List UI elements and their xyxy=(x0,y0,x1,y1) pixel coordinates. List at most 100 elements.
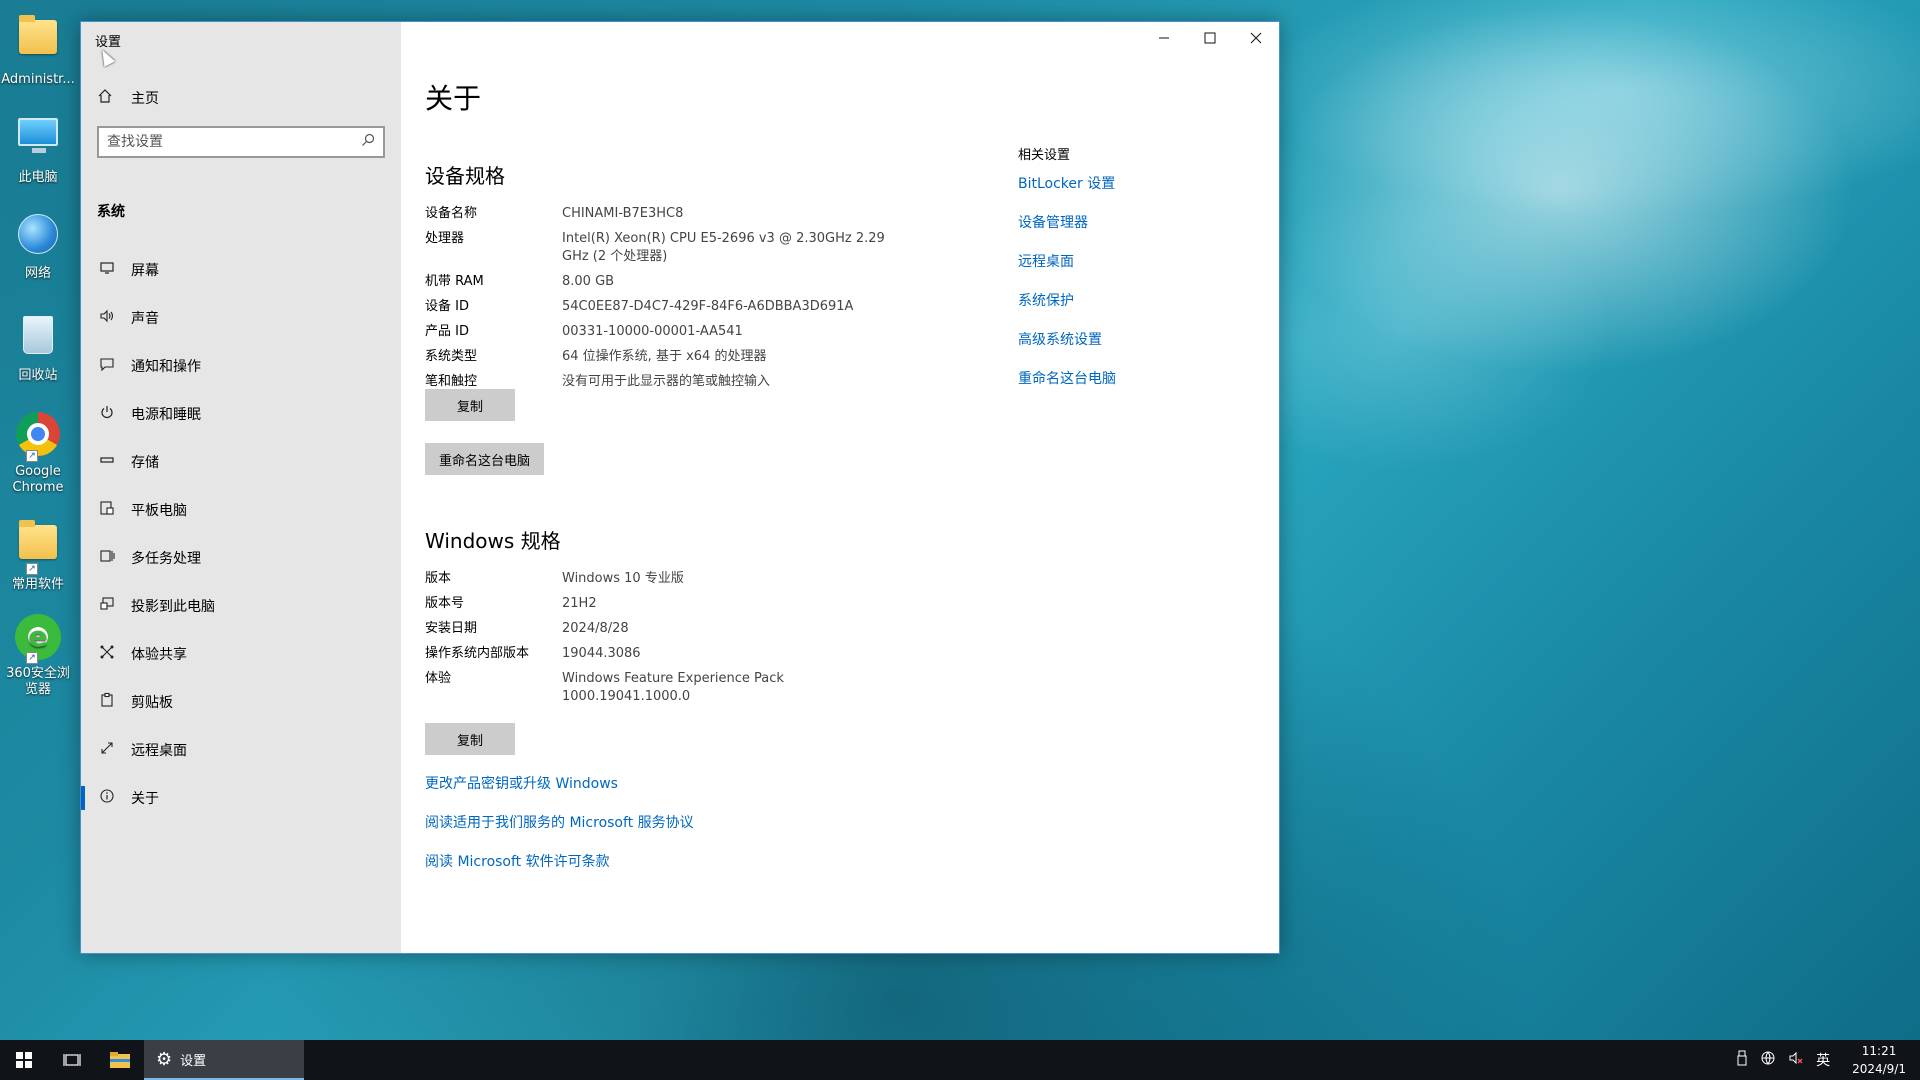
desktop-icon-360-browser[interactable]: e ↗ 360安全浏览器 xyxy=(0,613,76,698)
desktop-icon-chrome[interactable]: ↗ Google Chrome xyxy=(0,410,76,496)
spec-key: 机带 RAM xyxy=(425,274,484,289)
spec-value: 2024/8/28 xyxy=(562,621,629,636)
sidebar-item-label: 多任务处理 xyxy=(131,551,201,567)
copy-windows-specs-button[interactable]: 复制 xyxy=(425,723,515,755)
desktop-icon-this-pc[interactable]: 此电脑 xyxy=(0,110,76,186)
service-agreement-link[interactable]: 阅读适用于我们服务的 Microsoft 服务协议 xyxy=(425,812,694,832)
sidebar-item-power[interactable]: 电源和睡眠 xyxy=(81,390,401,438)
spec-key: 产品 ID xyxy=(425,324,469,339)
desktop-icon-label: 360安全浏览器 xyxy=(6,666,70,697)
project-icon xyxy=(97,596,117,616)
copy-device-specs-button[interactable]: 复制 xyxy=(425,389,515,421)
sidebar-item-label: 关于 xyxy=(131,791,159,807)
volume-muted-icon[interactable] xyxy=(1788,1050,1804,1070)
sidebar-item-label: 屏幕 xyxy=(131,263,159,279)
remote-desktop-link[interactable]: 远程桌面 xyxy=(1018,251,1116,290)
user-folder-icon xyxy=(14,15,62,68)
spec-value: 19044.3086 xyxy=(562,646,641,661)
gear-icon: ⚙ xyxy=(156,1048,173,1070)
sidebar-item-notifications[interactable]: 通知和操作 xyxy=(81,342,401,390)
ime-indicator[interactable]: 英 xyxy=(1816,1050,1830,1070)
desktop-icon-recycle-bin[interactable]: 回收站 xyxy=(0,310,76,384)
spec-key: 版本 xyxy=(425,571,452,586)
change-product-key-link[interactable]: 更改产品密钥或升级 Windows xyxy=(425,773,618,793)
sidebar-item-tablet[interactable]: 平板电脑 xyxy=(81,486,401,534)
spec-value: 64 位操作系统, 基于 x64 的处理器 xyxy=(562,349,767,364)
sidebar-item-remote-desktop[interactable]: 远程桌面 xyxy=(81,726,401,774)
bitlocker-settings-link[interactable]: BitLocker 设置 xyxy=(1018,173,1116,212)
section-label-system: 系统 xyxy=(97,204,125,220)
spec-value: 54C0EE87-D4C7-429F-84F6-A6DBBA3D691A xyxy=(562,299,854,314)
close-button[interactable] xyxy=(1233,22,1279,54)
network-globe-icon[interactable] xyxy=(1760,1050,1776,1070)
this-pc-icon xyxy=(14,118,62,166)
advanced-system-settings-link[interactable]: 高级系统设置 xyxy=(1018,329,1116,368)
task-view-icon xyxy=(63,1054,81,1066)
sidebar-item-label: 通知和操作 xyxy=(131,359,201,375)
page-title: 关于 xyxy=(425,82,482,115)
search-input[interactable] xyxy=(107,134,361,150)
sound-icon xyxy=(97,308,117,328)
desktop-icon-label: 网络 xyxy=(24,266,51,281)
file-explorer-button[interactable] xyxy=(96,1040,144,1080)
desktop-icon-administrator[interactable]: Administr... xyxy=(0,10,76,88)
spec-row: 体验 Windows Feature Experience Pack 1000.… xyxy=(425,670,882,706)
spec-row: 版本 Windows 10 专业版 xyxy=(425,570,882,588)
sidebar-item-label: 存储 xyxy=(131,455,159,471)
spec-key: 系统类型 xyxy=(425,349,478,364)
sidebar-item-project[interactable]: 投影到此电脑 xyxy=(81,582,401,630)
spec-row: 安装日期 2024/8/28 xyxy=(425,620,882,638)
spec-row: 设备 ID 54C0EE87-D4C7-429F-84F6-A6DBBA3D69… xyxy=(425,298,892,316)
settings-search-box[interactable] xyxy=(97,126,385,158)
device-manager-link[interactable]: 设备管理器 xyxy=(1018,212,1116,251)
search-icon[interactable] xyxy=(361,133,375,151)
related-settings: 相关设置 BitLocker 设置 设备管理器 远程桌面 系统保护 高级系统设置… xyxy=(1018,144,1116,407)
notification-icon xyxy=(97,356,117,376)
rename-pc-button[interactable]: 重命名这台电脑 xyxy=(425,443,545,475)
minimize-button[interactable] xyxy=(1141,22,1187,54)
taskbar-app-label: 设置 xyxy=(180,1053,207,1069)
spec-row: 机带 RAM 8.00 GB xyxy=(425,273,892,291)
spec-value: Windows 10 专业版 xyxy=(562,571,684,586)
desktop-icon-network[interactable]: 网络 xyxy=(0,210,76,282)
display-icon xyxy=(97,260,117,280)
sidebar-item-label: 电源和睡眠 xyxy=(131,407,201,423)
start-button[interactable] xyxy=(0,1040,48,1080)
sidebar-item-storage[interactable]: 存储 xyxy=(81,438,401,486)
multitasking-icon xyxy=(97,548,117,568)
spec-row: 产品 ID 00331-10000-00001-AA541 xyxy=(425,323,892,341)
system-protection-link[interactable]: 系统保护 xyxy=(1018,290,1116,329)
sidebar-item-shared-experiences[interactable]: 体验共享 xyxy=(81,630,401,678)
taskbar-clock[interactable]: 11:21 2024/9/1 xyxy=(1852,1042,1906,1078)
license-terms-link[interactable]: 阅读 Microsoft 软件许可条款 xyxy=(425,851,610,871)
task-view-button[interactable] xyxy=(48,1040,96,1080)
info-icon xyxy=(97,788,117,808)
mouse-cursor-icon xyxy=(96,47,116,67)
nav-home-label: 主页 xyxy=(131,91,159,107)
usb-icon[interactable] xyxy=(1736,1050,1748,1070)
sidebar-item-label: 投影到此电脑 xyxy=(131,599,215,615)
sidebar-item-about[interactable]: 关于 xyxy=(81,774,401,822)
shortcut-arrow-icon: ↗ xyxy=(26,563,38,575)
taskbar-app-settings[interactable]: ⚙ 设置 xyxy=(144,1040,304,1080)
window-controls xyxy=(1141,22,1279,54)
spec-value: Intel(R) Xeon(R) CPU E5-2696 v3 @ 2.30GH… xyxy=(562,231,885,264)
sidebar-item-display[interactable]: 屏幕 xyxy=(81,246,401,294)
taskbar: ⚙ 设置 英 11:21 2024/9/1 xyxy=(0,1040,1920,1080)
sidebar-item-multitasking[interactable]: 多任务处理 xyxy=(81,534,401,582)
spec-row: 处理器 Intel(R) Xeon(R) CPU E5-2696 v3 @ 2.… xyxy=(425,230,892,266)
nav-home[interactable]: 主页 xyxy=(97,86,159,110)
related-settings-title: 相关设置 xyxy=(1018,148,1071,163)
folder-icon: ↗ xyxy=(14,520,62,575)
shortcut-arrow-icon: ↗ xyxy=(26,450,38,462)
spec-key: 处理器 xyxy=(425,231,465,246)
maximize-button[interactable] xyxy=(1187,22,1233,54)
home-icon xyxy=(97,88,117,108)
sidebar-item-clipboard[interactable]: 剪贴板 xyxy=(81,678,401,726)
rename-pc-link[interactable]: 重命名这台电脑 xyxy=(1018,368,1116,407)
sidebar-item-sound[interactable]: 声音 xyxy=(81,294,401,342)
spec-value: 没有可用于此显示器的笔或触控输入 xyxy=(562,374,771,389)
desktop-icon-label: 常用软件 xyxy=(11,577,64,592)
recycle-bin-icon xyxy=(14,316,62,364)
desktop-icon-common-software[interactable]: ↗ 常用软件 xyxy=(0,515,76,593)
